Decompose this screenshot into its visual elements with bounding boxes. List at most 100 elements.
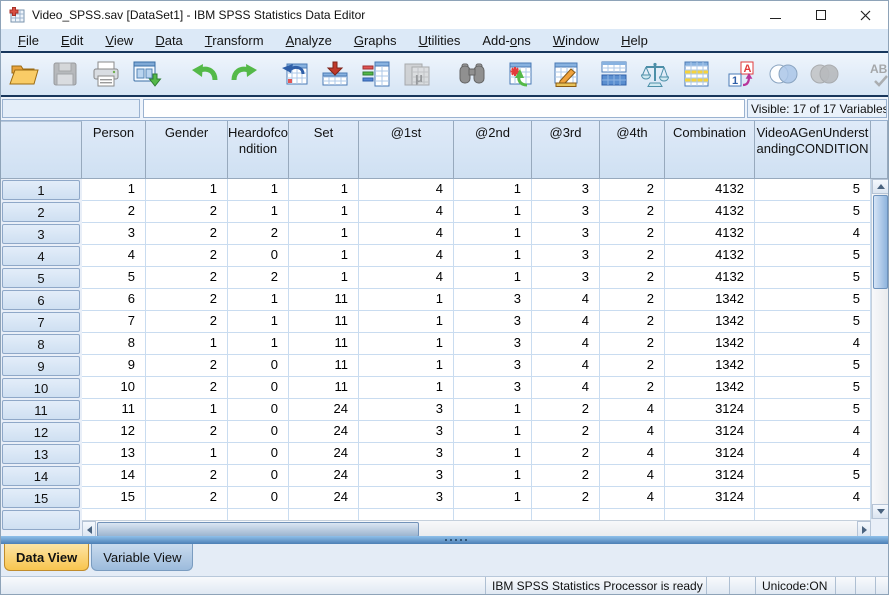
data-cell[interactable]: 1	[146, 443, 228, 465]
data-cell[interactable]: 2	[146, 245, 228, 267]
data-cell[interactable]: 6	[82, 289, 146, 311]
data-cell[interactable]: 4	[532, 333, 600, 355]
data-cell[interactable]: 5	[755, 245, 871, 267]
horizontal-scrollbar[interactable]	[82, 520, 871, 536]
minimize-button[interactable]	[753, 1, 798, 29]
data-cell[interactable]: 11	[289, 311, 359, 333]
select-cases-button[interactable]	[679, 56, 713, 92]
data-cell[interactable]: 3	[454, 289, 532, 311]
menu-addons[interactable]: Add-ons	[471, 31, 541, 50]
row-number[interactable]: 1	[1, 179, 82, 201]
data-cell[interactable]: 3124	[665, 443, 755, 465]
value-labels-button[interactable]: A1	[725, 56, 759, 92]
data-cell[interactable]: 4132	[665, 179, 755, 201]
data-cell[interactable]: 24	[289, 487, 359, 509]
data-cell[interactable]: 1	[289, 201, 359, 223]
data-cell[interactable]: 3	[359, 399, 454, 421]
data-cell[interactable]: 3	[454, 333, 532, 355]
data-cell[interactable]: 4	[755, 223, 871, 245]
menu-utilities[interactable]: Utilities	[407, 31, 471, 50]
data-cell[interactable]: 2	[228, 267, 289, 289]
row-number[interactable]	[1, 509, 82, 531]
data-cell[interactable]: 4	[600, 399, 665, 421]
data-cell[interactable]: 2	[600, 377, 665, 399]
data-cell[interactable]: 4	[600, 487, 665, 509]
vertical-scroll-thumb[interactable]	[873, 195, 888, 289]
data-cell[interactable]: 2	[600, 355, 665, 377]
data-cell[interactable]: 11	[82, 399, 146, 421]
data-cell[interactable]: 3	[532, 179, 600, 201]
data-cell[interactable]: 3	[532, 223, 600, 245]
data-cell[interactable]: 2	[532, 443, 600, 465]
data-cell[interactable]: 1	[146, 179, 228, 201]
data-cell[interactable]: 8	[82, 333, 146, 355]
data-cell[interactable]: 0	[228, 465, 289, 487]
data-cell[interactable]: 4	[82, 245, 146, 267]
data-cell[interactable]: 2	[600, 245, 665, 267]
row-number[interactable]: 10	[1, 377, 82, 399]
data-cell[interactable]: 1	[359, 377, 454, 399]
data-cell[interactable]: 5	[755, 267, 871, 289]
row-number[interactable]: 3	[1, 223, 82, 245]
data-cell[interactable]: 4	[600, 465, 665, 487]
data-cell[interactable]: 2	[532, 465, 600, 487]
data-cell[interactable]: 2	[146, 267, 228, 289]
scroll-left-button[interactable]	[82, 521, 96, 536]
data-cell[interactable]: 3	[359, 465, 454, 487]
data-cell[interactable]: 0	[228, 355, 289, 377]
open-file-button[interactable]	[7, 56, 41, 92]
data-cell[interactable]: 11	[289, 289, 359, 311]
data-cell[interactable]: 4132	[665, 245, 755, 267]
data-cell[interactable]: 2	[532, 421, 600, 443]
data-cell[interactable]: 5	[755, 179, 871, 201]
data-cell[interactable]: 2	[600, 223, 665, 245]
data-cell[interactable]: 7	[82, 311, 146, 333]
data-cell[interactable]: 2	[228, 223, 289, 245]
data-cell[interactable]: 4	[755, 421, 871, 443]
data-cell[interactable]: 4	[532, 377, 600, 399]
data-cell[interactable]: 11	[289, 333, 359, 355]
goto-variable-button[interactable]	[318, 56, 352, 92]
data-cell[interactable]: 11	[289, 377, 359, 399]
menu-analyze[interactable]: Analyze	[275, 31, 343, 50]
data-cell[interactable]: 3	[359, 487, 454, 509]
data-cell[interactable]: 5	[755, 289, 871, 311]
data-cell[interactable]: 0	[228, 399, 289, 421]
data-cell[interactable]: 3	[359, 421, 454, 443]
column-header[interactable]: @4th	[600, 121, 665, 179]
data-cell[interactable]: 3124	[665, 487, 755, 509]
menu-view[interactable]: View	[94, 31, 144, 50]
data-cell[interactable]: 4	[755, 487, 871, 509]
data-cell[interactable]: 9	[82, 355, 146, 377]
data-cell[interactable]: 1	[146, 399, 228, 421]
data-cell[interactable]: 3124	[665, 421, 755, 443]
data-cell[interactable]: 4	[532, 311, 600, 333]
data-cell[interactable]: 1	[359, 333, 454, 355]
data-cell[interactable]: 1	[454, 399, 532, 421]
row-number[interactable]: 5	[1, 267, 82, 289]
data-cell[interactable]: 1	[454, 201, 532, 223]
menu-window[interactable]: Window	[542, 31, 610, 50]
data-cell[interactable]: 0	[228, 377, 289, 399]
data-cell[interactable]: 5	[755, 465, 871, 487]
data-cell[interactable]: 1	[289, 245, 359, 267]
scroll-down-button[interactable]	[872, 504, 888, 519]
data-cell[interactable]: 2	[146, 201, 228, 223]
data-cell[interactable]: 1	[228, 333, 289, 355]
data-cell[interactable]: 1	[454, 443, 532, 465]
data-cell[interactable]: 1	[228, 201, 289, 223]
data-cell[interactable]: 4	[532, 355, 600, 377]
data-cell[interactable]: 10	[82, 377, 146, 399]
data-cell[interactable]: 12	[82, 421, 146, 443]
data-cell[interactable]: 3	[454, 377, 532, 399]
data-cell[interactable]: 4	[532, 289, 600, 311]
data-cell[interactable]: 3124	[665, 465, 755, 487]
use-variable-sets-button[interactable]	[766, 56, 800, 92]
data-cell[interactable]: 4	[600, 443, 665, 465]
data-cell[interactable]: 2	[146, 377, 228, 399]
column-header[interactable]: Set	[289, 121, 359, 179]
data-cell[interactable]: 3	[454, 311, 532, 333]
row-number[interactable]: 8	[1, 333, 82, 355]
data-cell[interactable]: 2	[146, 223, 228, 245]
data-cell[interactable]: 2	[82, 201, 146, 223]
